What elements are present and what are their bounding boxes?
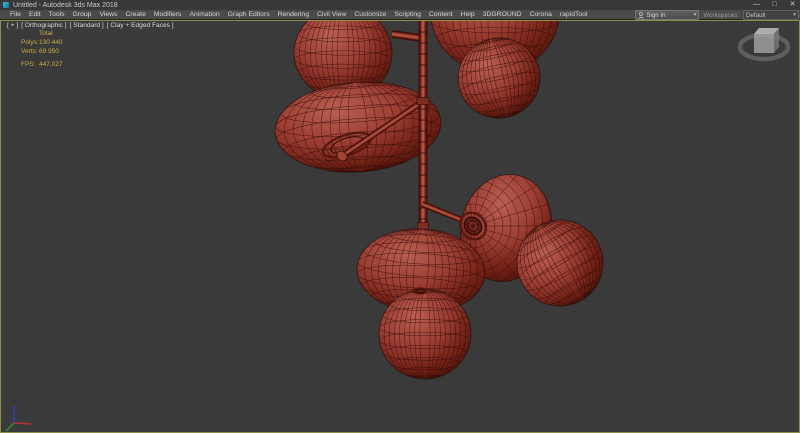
stats-polys-label: Polys: [21, 38, 38, 47]
menu-create[interactable]: Create [121, 10, 149, 20]
viewport-menu-render-preset[interactable]: [ Standard ] [70, 22, 104, 29]
viewport-menu-general[interactable]: [ + ] [7, 22, 18, 29]
model-sphere[interactable] [272, 74, 444, 180]
minimize-button[interactable]: — [751, 0, 762, 10]
workspaces-label: Workspaces: [703, 12, 739, 19]
stats-fps-label: FPS: [21, 60, 38, 69]
menu-tools[interactable]: Tools [45, 10, 69, 20]
stats-verts-value: 69 950 [39, 47, 59, 56]
user-icon [638, 12, 644, 19]
stats-verts-label: Verts: [21, 47, 38, 56]
menu-file[interactable]: File [6, 10, 25, 20]
sign-in-button[interactable]: Sign In ▾ [635, 10, 699, 20]
sign-in-label: Sign In [646, 12, 665, 19]
workspace-value: Default [746, 12, 766, 19]
chevron-down-icon: ▾ [793, 12, 796, 18]
model-rod[interactable] [419, 21, 428, 229]
view-cube[interactable] [740, 28, 788, 59]
viewport-menu-pov[interactable]: [ Orthographic ] [21, 22, 66, 29]
menu-help[interactable]: Help [457, 10, 479, 20]
menu-edit[interactable]: Edit [25, 10, 45, 20]
title-bar[interactable]: Untitled - Autodesk 3ds Max 2018 — □ ✕ [0, 0, 800, 10]
model-coupler [417, 98, 429, 105]
model-rod[interactable] [392, 34, 421, 38]
menu-customize[interactable]: Customize [350, 10, 390, 20]
perspective-viewport[interactable]: [ + ] [ Orthographic ] [ Standard ] [ Cl… [0, 20, 800, 433]
stats-total-header: Total [39, 29, 53, 38]
maximize-button[interactable]: □ [769, 0, 780, 10]
3ds-max-window: Untitled - Autodesk 3ds Max 2018 — □ ✕ F… [0, 0, 800, 433]
menu-views[interactable]: Views [95, 10, 121, 20]
stats-polys-value: 130 440 [39, 38, 63, 47]
menu-rendering[interactable]: Rendering [274, 10, 313, 20]
window-title: Untitled - Autodesk 3ds Max 2018 [13, 2, 118, 9]
world-axis-gizmo [6, 406, 31, 431]
menu-civil-view[interactable]: Civil View [313, 10, 350, 20]
menu-bar: File Edit Tools Group Views Create Modif… [0, 10, 800, 20]
viewport-menu-shading[interactable]: [ Clay + Edged Faces ] [107, 22, 174, 29]
menu-graph-editors[interactable]: Graph Editors [224, 10, 274, 20]
3ds-max-logo-icon [3, 2, 9, 8]
workspace-select[interactable]: Default ▾ [743, 10, 799, 20]
stats-fps-value: 447,027 [39, 60, 63, 69]
menu-modifiers[interactable]: Modifiers [150, 10, 186, 20]
menu-animation[interactable]: Animation [185, 10, 223, 20]
menu-3dground[interactable]: 3DGROUND [479, 10, 526, 20]
viewport-statistics: Total Polys:130 440 Verts:69 950 FPS:447… [21, 29, 63, 69]
viewport-label: [ + ] [ Orthographic ] [ Standard ] [ Cl… [7, 22, 174, 29]
model-sphere[interactable] [379, 288, 471, 379]
close-button[interactable]: ✕ [787, 0, 798, 10]
viewport-canvas[interactable] [1, 21, 799, 432]
menu-rapidtool[interactable]: rapidTool [556, 10, 592, 20]
menu-corona[interactable]: Corona [526, 10, 556, 20]
menu-scripting[interactable]: Scripting [390, 10, 424, 20]
menu-group[interactable]: Group [69, 10, 96, 20]
menu-content[interactable]: Content [425, 10, 457, 20]
chevron-down-icon: ▾ [694, 12, 697, 18]
